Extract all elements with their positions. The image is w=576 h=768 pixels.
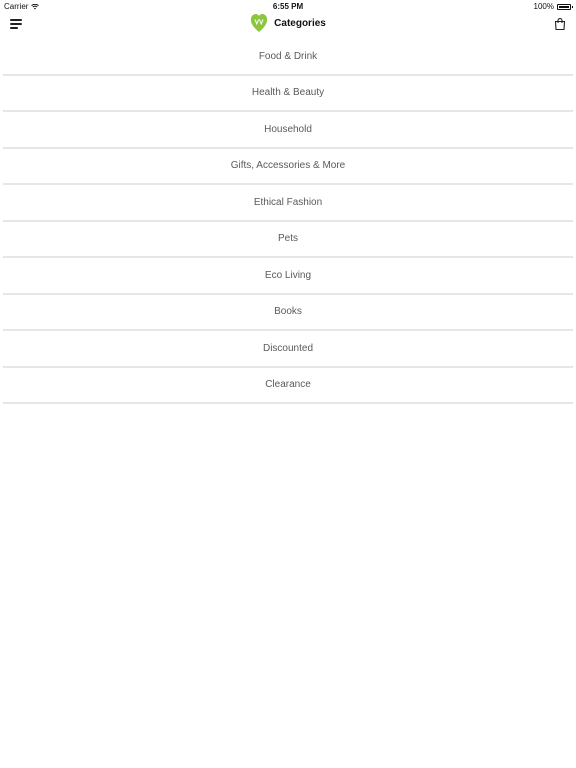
category-row[interactable]: Books [3,295,573,331]
category-list: Food & Drink Health & Beauty Household Gift… [3,39,573,404]
shopping-bag-icon[interactable] [554,18,566,30]
page-title: Categories [274,17,326,29]
navigation-bar: Categories [0,12,576,42]
leaf-logo-icon [251,14,268,32]
clock: 6:55 PM [272,2,304,11]
category-row[interactable]: Household [3,112,573,149]
status-bar: Carrier 6:55 PM 100% [0,0,576,12]
category-row[interactable]: Eco Living [3,258,573,295]
battery-indicator: 100% [533,2,573,11]
category-label: Pets [277,233,298,245]
nav-title-group: Categories [0,13,576,33]
battery-icon [557,3,573,10]
category-row[interactable]: Gifts, Accessories & More [3,149,573,185]
category-row[interactable]: Food & Drink [3,39,573,76]
category-label: Household [264,123,312,135]
category-label: Books [274,306,302,318]
category-row[interactable]: Pets [3,222,573,258]
category-label: Discounted [262,342,314,354]
category-label: Food & Drink [258,50,318,62]
category-row[interactable]: Health & Beauty [3,76,573,112]
category-label: Health & Beauty [251,87,325,99]
category-row[interactable]: Discounted [3,331,573,368]
category-label: Clearance [265,379,311,391]
category-row[interactable]: Clearance [3,368,573,404]
category-label: Ethical Fashion [253,196,323,208]
category-label: Eco Living [264,269,312,281]
category-row[interactable]: Ethical Fashion [3,185,573,222]
category-label: Gifts, Accessories & More [230,160,346,172]
battery-percentage: 100% [533,2,554,11]
